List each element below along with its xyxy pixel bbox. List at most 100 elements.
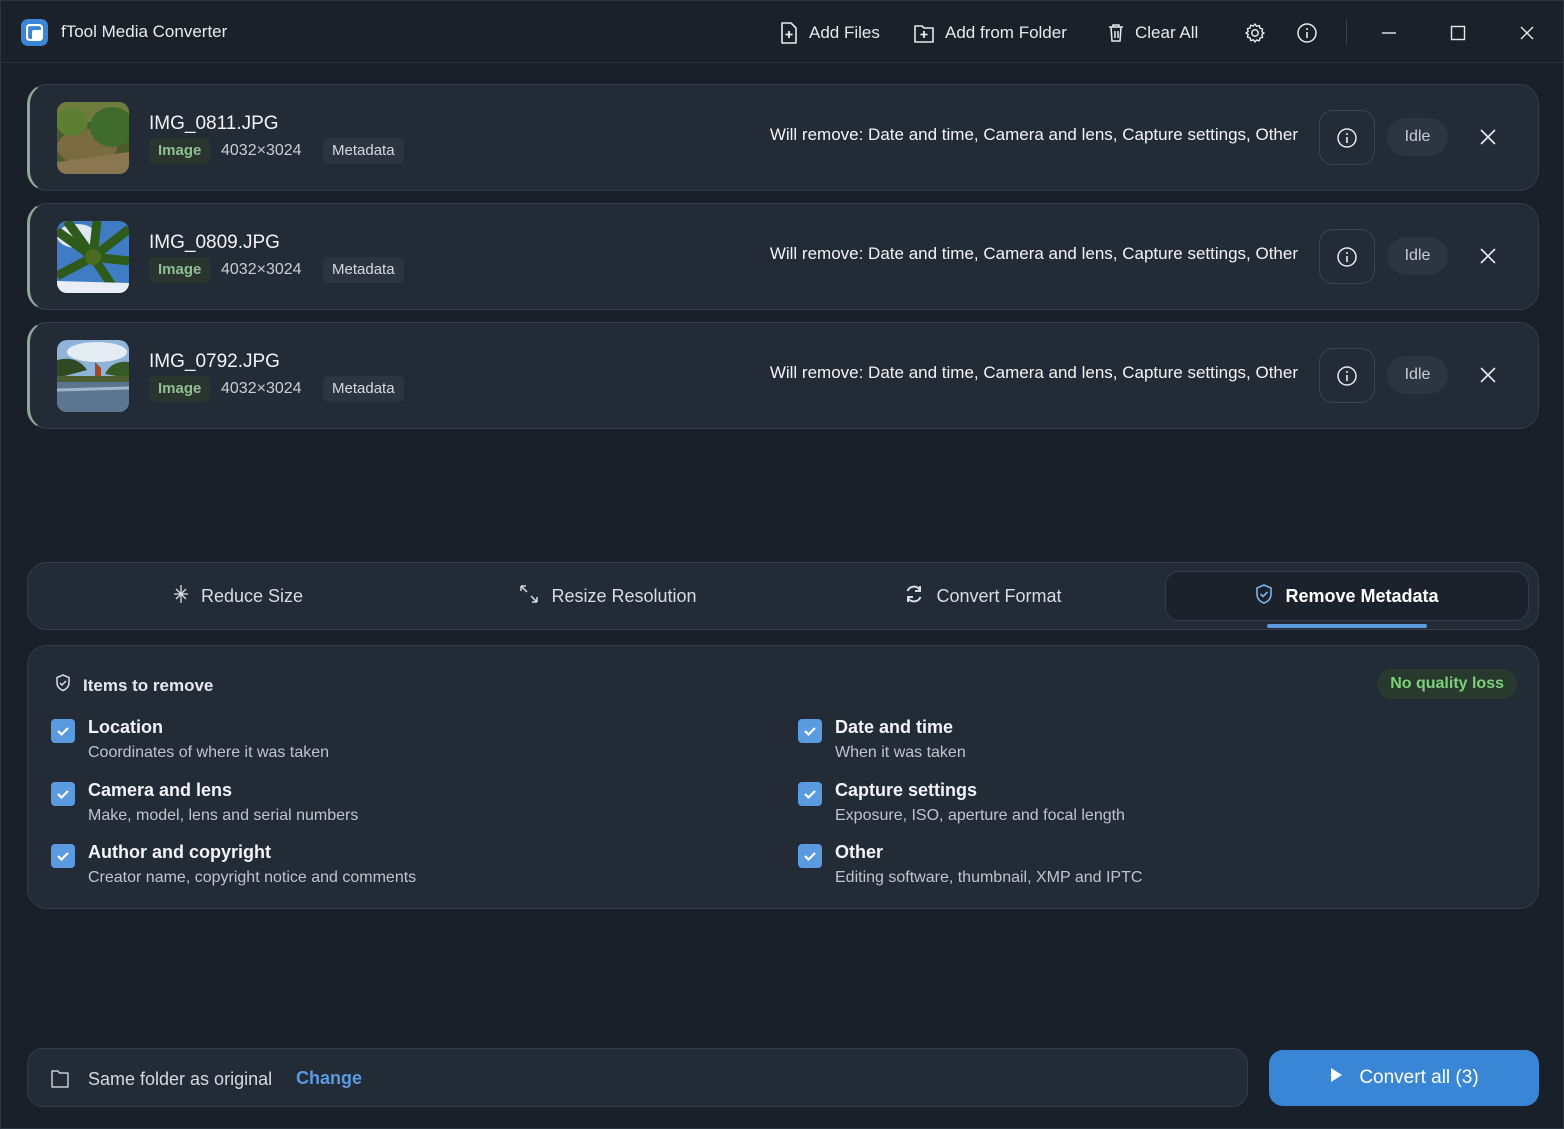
option-title: Capture settings bbox=[835, 780, 978, 800]
active-tab-indicator bbox=[1267, 624, 1427, 628]
file-name: IMG_0809.JPG bbox=[149, 232, 280, 253]
mode-tabs: Reduce Size Resize Resolution Convert Fo… bbox=[27, 562, 1539, 630]
file-name: IMG_0792.JPG bbox=[149, 351, 280, 372]
will-remove-summary: Will remove: Date and time, Camera and l… bbox=[769, 125, 1298, 144]
option-description: When it was taken bbox=[835, 744, 966, 761]
file-info-button[interactable] bbox=[1319, 110, 1375, 165]
add-folder-label: Add from Folder bbox=[945, 23, 1067, 42]
file-info-button[interactable] bbox=[1319, 348, 1375, 403]
info-icon bbox=[1337, 246, 1357, 267]
close-icon bbox=[1480, 129, 1496, 145]
file-thumbnail bbox=[57, 340, 129, 412]
shield-icon bbox=[55, 674, 71, 697]
panel-heading: Items to remove bbox=[55, 674, 213, 697]
check-icon bbox=[804, 790, 816, 800]
option-description: Editing software, thumbnail, XMP and IPT… bbox=[835, 869, 1143, 886]
tab-resize-resolution[interactable]: Resize Resolution bbox=[418, 571, 798, 621]
about-button[interactable] bbox=[1296, 20, 1318, 46]
option-title: Camera and lens bbox=[88, 780, 233, 800]
shield-icon bbox=[1255, 583, 1273, 609]
panel-heading-label: Items to remove bbox=[83, 675, 214, 695]
option-description: Creator name, copyright notice and comme… bbox=[88, 869, 417, 886]
maximize-icon bbox=[1449, 24, 1467, 42]
minimize-button[interactable] bbox=[1380, 20, 1398, 46]
no-quality-loss-badge: No quality loss bbox=[1377, 669, 1517, 699]
add-file-icon bbox=[779, 22, 799, 44]
change-destination-link[interactable]: Change bbox=[296, 1068, 362, 1089]
tab-label: Resize Resolution bbox=[551, 585, 697, 606]
tab-label: Convert Format bbox=[936, 585, 1062, 606]
convert-all-button[interactable]: Convert all (3) bbox=[1269, 1050, 1539, 1106]
close-icon bbox=[1480, 248, 1496, 264]
resize-icon bbox=[519, 584, 539, 609]
file-name: IMG_0811.JPG bbox=[149, 113, 279, 134]
file-card[interactable]: IMG_0792.JPG Image 4032×3024 Metadata Wi… bbox=[27, 322, 1539, 429]
clear-all-button[interactable]: Clear All bbox=[1107, 20, 1198, 46]
status-badge: Idle bbox=[1387, 118, 1448, 156]
tab-remove-metadata[interactable]: Remove Metadata bbox=[1165, 571, 1529, 621]
checkbox[interactable] bbox=[51, 782, 75, 806]
option-title: Other bbox=[835, 842, 884, 862]
file-card[interactable]: IMG_0811.JPG Image 4032×3024 Metadata Wi… bbox=[27, 84, 1539, 191]
option-description: Make, model, lens and serial numbers bbox=[88, 807, 359, 824]
metadata-badge: Metadata bbox=[323, 376, 404, 402]
checkbox[interactable] bbox=[798, 719, 822, 743]
close-icon bbox=[1480, 367, 1496, 383]
file-dimensions: 4032×3024 bbox=[221, 261, 302, 278]
file-type-badge: Image bbox=[149, 257, 211, 283]
check-icon bbox=[804, 727, 816, 737]
file-thumbnail bbox=[57, 102, 129, 174]
maximize-button[interactable] bbox=[1449, 20, 1467, 46]
checkbox[interactable] bbox=[51, 844, 75, 868]
check-icon bbox=[804, 852, 816, 862]
settings-button[interactable] bbox=[1244, 20, 1266, 46]
app-logo-icon bbox=[21, 19, 48, 46]
file-dimensions: 4032×3024 bbox=[221, 380, 302, 397]
add-folder-icon bbox=[913, 22, 935, 44]
remove-file-button[interactable] bbox=[1475, 124, 1501, 150]
status-badge: Idle bbox=[1387, 356, 1448, 394]
file-thumbnail bbox=[57, 221, 129, 293]
will-remove-summary: Will remove: Date and time, Camera and l… bbox=[769, 363, 1298, 382]
status-badge: Idle bbox=[1387, 237, 1448, 275]
check-icon bbox=[57, 790, 69, 800]
remove-file-button[interactable] bbox=[1475, 243, 1501, 269]
option-description: Coordinates of where it was taken bbox=[88, 744, 330, 761]
title-bar: fTool Media Converter Add Files Add from… bbox=[1, 1, 1563, 63]
app-title: fTool Media Converter bbox=[61, 22, 228, 41]
output-destination: Same folder as original Change bbox=[27, 1048, 1248, 1107]
file-info-button[interactable] bbox=[1319, 229, 1375, 284]
check-icon bbox=[57, 727, 69, 737]
gear-icon bbox=[1244, 22, 1266, 44]
folder-icon bbox=[50, 1067, 70, 1094]
file-card[interactable]: IMG_0809.JPG Image 4032×3024 Metadata Wi… bbox=[27, 203, 1539, 310]
app-window: fTool Media Converter Add Files Add from… bbox=[0, 0, 1564, 1129]
minimize-icon bbox=[1380, 24, 1398, 42]
checkbox[interactable] bbox=[798, 844, 822, 868]
add-files-button[interactable]: Add Files bbox=[779, 20, 880, 46]
checkbox[interactable] bbox=[798, 782, 822, 806]
metadata-badge: Metadata bbox=[323, 257, 404, 283]
clear-all-label: Clear All bbox=[1135, 23, 1199, 42]
play-icon bbox=[1329, 1067, 1343, 1089]
file-type-badge: Image bbox=[149, 376, 211, 402]
refresh-icon bbox=[904, 584, 924, 609]
convert-all-label: Convert all (3) bbox=[1359, 1067, 1479, 1088]
metadata-options-panel: Items to remove No quality loss Location… bbox=[27, 645, 1539, 909]
close-window-button[interactable] bbox=[1518, 20, 1536, 46]
trash-icon bbox=[1107, 23, 1125, 43]
option-title: Date and time bbox=[835, 717, 954, 737]
destination-label: Same folder as original bbox=[88, 1069, 273, 1089]
tab-convert-format[interactable]: Convert Format bbox=[793, 571, 1173, 621]
sparkle-icon bbox=[173, 584, 189, 609]
metadata-badge: Metadata bbox=[323, 138, 404, 164]
option-title: Author and copyright bbox=[88, 842, 271, 862]
add-from-folder-button[interactable]: Add from Folder bbox=[913, 20, 1067, 46]
info-icon bbox=[1337, 365, 1357, 386]
remove-file-button[interactable] bbox=[1475, 362, 1501, 388]
tab-reduce-size[interactable]: Reduce Size bbox=[48, 571, 428, 621]
checkbox[interactable] bbox=[51, 719, 75, 743]
check-icon bbox=[57, 852, 69, 862]
toolbar-separator bbox=[1346, 19, 1347, 45]
close-icon bbox=[1518, 24, 1536, 42]
